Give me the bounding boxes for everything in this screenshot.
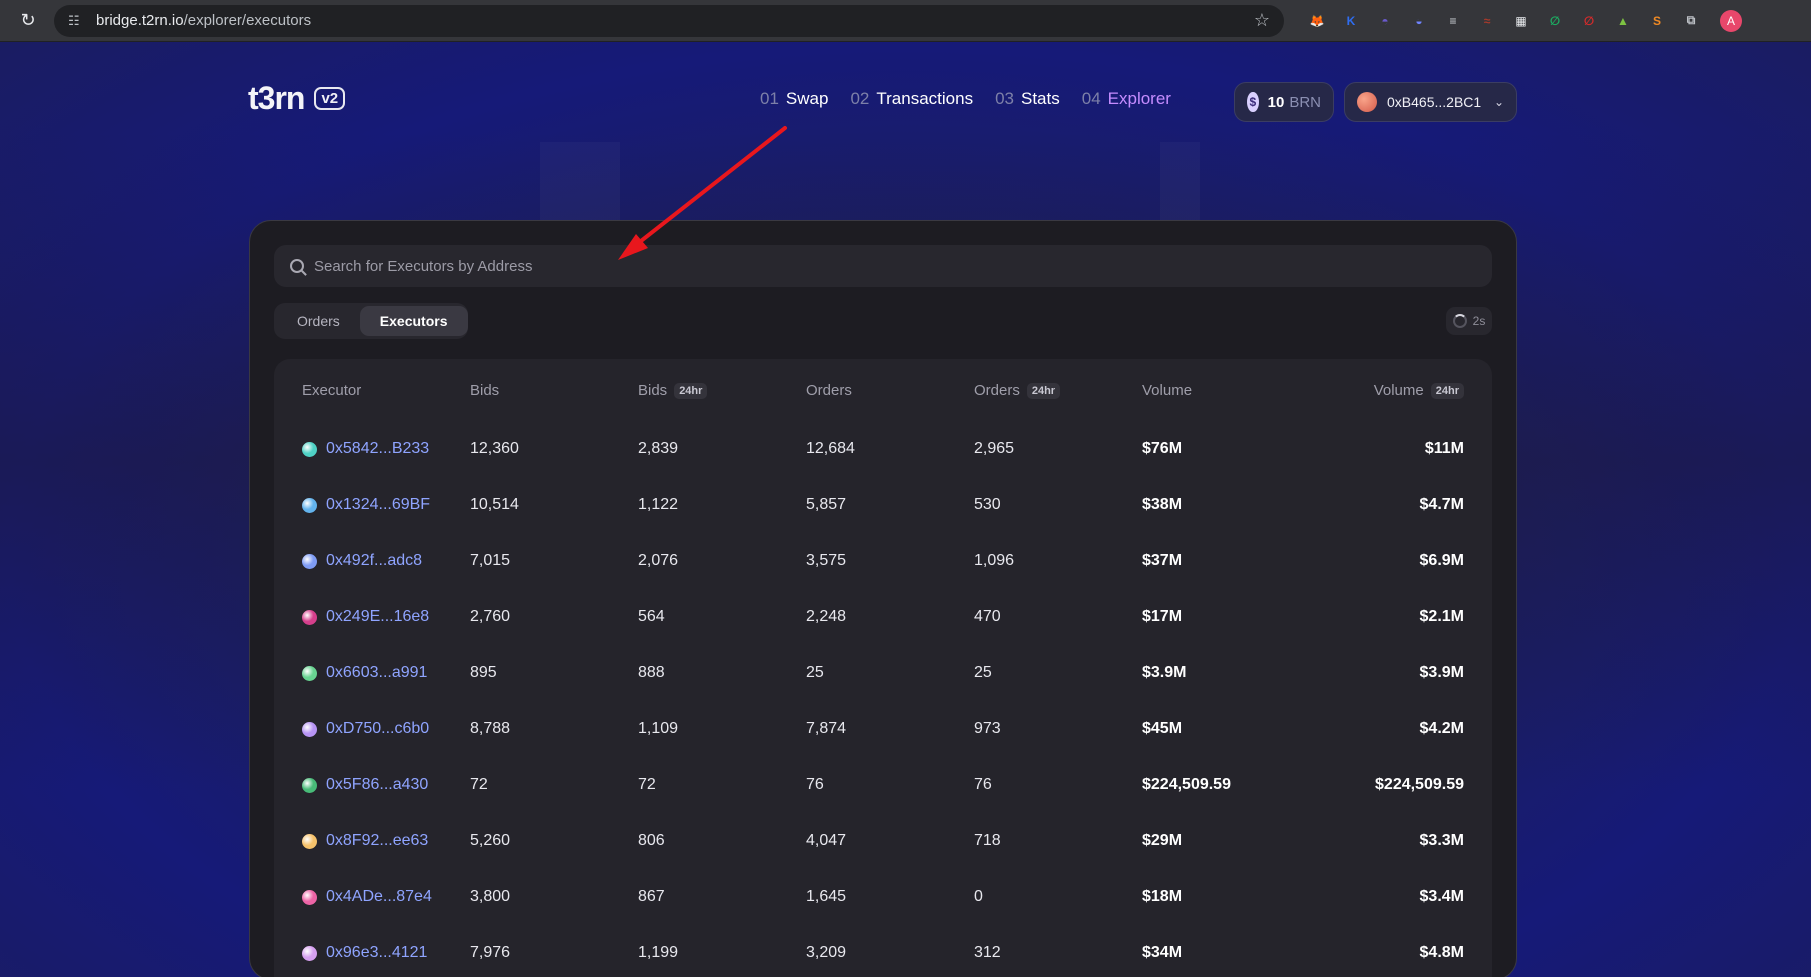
ghost-extension-icon[interactable]: ◓ <box>1374 10 1396 32</box>
metamask-extension-icon[interactable]: 🦊 <box>1306 10 1328 32</box>
wave-extension-icon[interactable]: ≈ <box>1476 10 1498 32</box>
bookmark-star-icon[interactable]: ☆ <box>1254 10 1270 31</box>
annotation-arrow <box>618 126 787 260</box>
stack-extension-icon[interactable]: ≡ <box>1442 10 1464 32</box>
site-settings-icon[interactable]: ☷ <box>68 13 86 29</box>
page-background: t3rn v2 01 Swap 02 Transactions 03 Stats 04 Exp… <box>0 42 1811 977</box>
leaf-extension-icon[interactable]: ∅ <box>1544 10 1566 32</box>
red-o-extension-icon[interactable]: ∅ <box>1578 10 1600 32</box>
k-ext-extension-icon[interactable]: K <box>1340 10 1362 32</box>
rabby-extension-icon[interactable]: ◒ <box>1408 10 1430 32</box>
reload-icon[interactable]: ↻ <box>16 10 40 31</box>
grid-extension-icon[interactable]: ▦ <box>1510 10 1532 32</box>
profile-avatar[interactable]: A <box>1720 9 1742 32</box>
url-path: /explorer/executors <box>183 12 312 29</box>
url-host: bridge.t2rn.io <box>96 12 184 29</box>
signal-extension-icon[interactable]: ▲ <box>1612 10 1634 32</box>
s-ext-extension-icon[interactable]: S <box>1646 10 1668 32</box>
puzzle-extension-icon[interactable]: ⧉ <box>1680 10 1702 32</box>
address-bar[interactable]: ☷ bridge.t2rn.io/explorer/executors ☆ <box>54 4 1284 37</box>
browser-toolbar: ↻ ☷ bridge.t2rn.io/explorer/executors ☆ … <box>0 0 1811 42</box>
extensions-toolbar: 🦊 K ◓ ◒ ≡ ≈ ▦ ∅ ∅ ▲ S ⧉ <box>1306 10 1702 32</box>
